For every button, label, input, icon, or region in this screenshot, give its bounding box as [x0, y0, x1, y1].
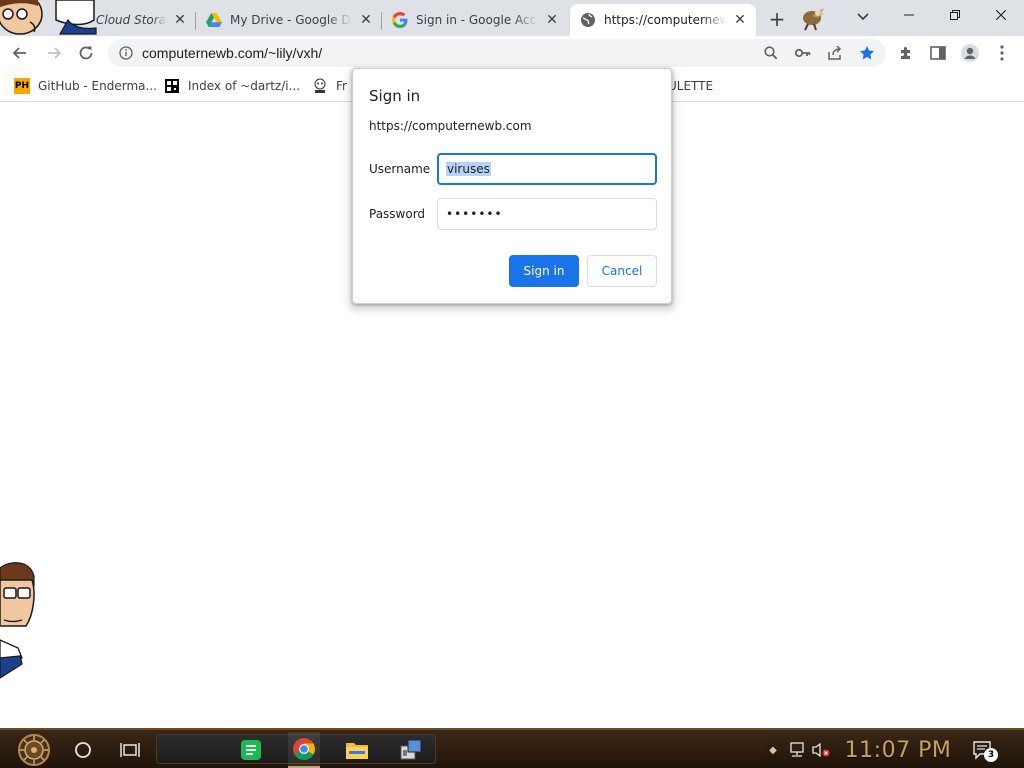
dialog-origin: https://computernewb.com: [369, 119, 532, 133]
password-value: •••••••: [446, 207, 503, 221]
clock[interactable]: 11:07 PM: [836, 734, 960, 766]
globe-icon: [580, 12, 596, 28]
tab-title: Cloud Storage: [96, 13, 166, 27]
restore-button[interactable]: [932, 0, 978, 30]
close-window-button[interactable]: [978, 0, 1024, 30]
sign-in-button[interactable]: Sign in: [509, 255, 579, 287]
bookmark-fr[interactable]: Fr: [312, 76, 347, 96]
back-button[interactable]: [6, 39, 34, 67]
tab-my-drive[interactable]: My Drive - Google Drive ✕: [196, 4, 382, 36]
new-tab-button[interactable]: +: [764, 6, 790, 32]
bookmark-github[interactable]: PH GitHub - Enderma...: [14, 76, 157, 96]
search-icon[interactable]: [760, 42, 782, 64]
start-button[interactable]: [12, 732, 56, 768]
minimize-button[interactable]: [886, 0, 932, 30]
close-icon[interactable]: ✕: [358, 12, 374, 28]
taskbar: ◆ 11:07 PM 3: [0, 728, 1024, 768]
google-g-icon: [392, 12, 408, 28]
tab-title: Sign in - Google Accounts: [416, 13, 538, 27]
cartoon-character-icon: [0, 562, 40, 680]
app-window-icon[interactable]: [396, 732, 426, 768]
chrome-icon[interactable]: [288, 732, 320, 768]
tab-google-sign-in[interactable]: Sign in - Google Accounts ✕: [382, 4, 568, 36]
key-icon[interactable]: [792, 42, 814, 64]
notification-count: 3: [984, 748, 998, 762]
bookmark-label: ULETTE: [668, 79, 714, 93]
username-label: Username: [369, 162, 431, 176]
bookmark-label: Fr: [336, 79, 347, 93]
ph-icon: PH: [14, 78, 30, 94]
tab-computernewb[interactable]: https://computernewb.com ✕: [570, 4, 756, 36]
share-icon[interactable]: [824, 42, 846, 64]
side-panel-icon[interactable]: [924, 39, 952, 67]
star-icon[interactable]: [856, 42, 878, 64]
dialog-title: Sign in: [369, 87, 421, 105]
tab-title: My Drive - Google Drive: [230, 13, 352, 27]
bookmark-index-dartz[interactable]: Index of ~dartz/i...: [164, 76, 300, 96]
eagle-mascot-icon: [796, 2, 828, 32]
cartoon-character-icon: [0, 0, 100, 42]
reload-button[interactable]: [72, 39, 100, 67]
volume-muted-icon[interactable]: [810, 732, 832, 768]
url-text[interactable]: computernewb.com/~lily/vxh/: [142, 45, 322, 61]
bookmark-label: Index of ~dartz/i...: [188, 79, 301, 93]
password-field[interactable]: •••••••: [437, 198, 657, 230]
circle-search-icon[interactable]: [70, 732, 96, 768]
chevron-down-icon[interactable]: [852, 6, 874, 28]
task-view-icon[interactable]: [116, 732, 144, 768]
mascot-icon: [312, 78, 328, 94]
notifications-icon[interactable]: 3: [968, 732, 998, 768]
tab-title: https://computernewb.com: [604, 13, 726, 27]
info-icon[interactable]: [118, 45, 134, 61]
close-icon[interactable]: ✕: [732, 12, 748, 28]
network-icon[interactable]: [786, 732, 808, 768]
chat-app-icon[interactable]: [236, 732, 266, 768]
address-bar[interactable]: computernewb.com/~lily/vxh/: [108, 39, 886, 67]
cancel-button[interactable]: Cancel: [587, 255, 657, 287]
qr-icon: [164, 78, 180, 94]
sign-in-dialog: Sign in https://computernewb.com Usernam…: [352, 68, 672, 304]
profile-avatar-icon[interactable]: [956, 39, 984, 67]
tab-strip: Cloud Storage ✕ My Drive - Google Drive …: [0, 0, 1024, 36]
tray-overflow-icon[interactable]: ◆: [766, 732, 780, 768]
file-explorer-icon[interactable]: [342, 732, 372, 768]
menu-kebab-icon[interactable]: [988, 39, 1016, 67]
bookmark-label: GitHub - Enderma...: [38, 79, 157, 93]
google-drive-icon: [206, 12, 222, 28]
password-label: Password: [369, 207, 426, 221]
forward-button[interactable]: [40, 39, 68, 67]
username-value: viruses: [446, 162, 491, 176]
tab-cloud-storage[interactable]: Cloud Storage ✕: [86, 4, 196, 36]
close-icon[interactable]: ✕: [544, 12, 560, 28]
bookmark-roulette[interactable]: ULETTE: [668, 76, 713, 96]
taskbar-decoration: [436, 734, 766, 764]
extensions-icon[interactable]: [892, 39, 920, 67]
toolbar: computernewb.com/~lily/vxh/: [0, 36, 1024, 70]
username-field[interactable]: viruses: [437, 153, 657, 185]
close-icon[interactable]: ✕: [172, 12, 188, 28]
